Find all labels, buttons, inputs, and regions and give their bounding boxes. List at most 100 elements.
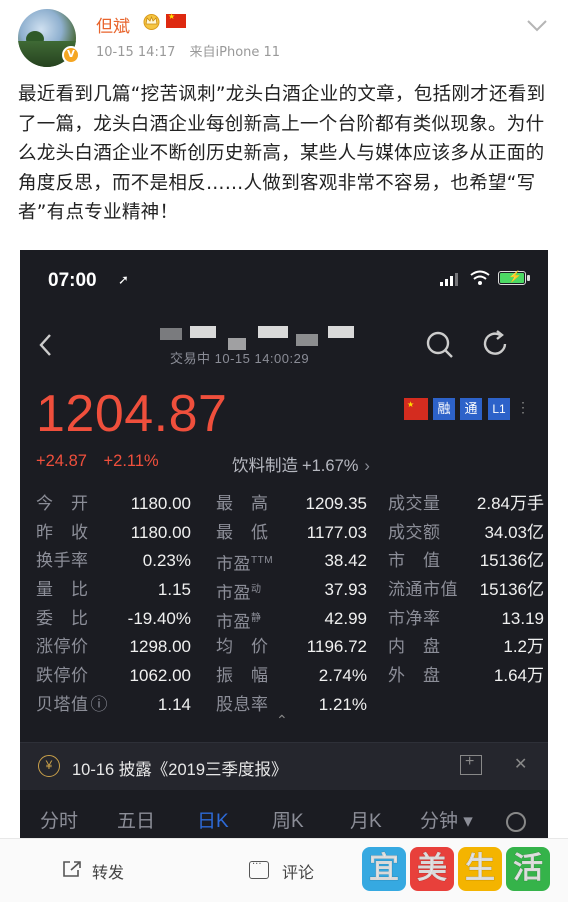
quote-value: 1.2万 bbox=[503, 637, 544, 657]
quote-label: 换手率 bbox=[36, 547, 89, 576]
chart-tab[interactable]: 分时 bbox=[40, 806, 78, 833]
quote-value: 15136亿 bbox=[479, 580, 544, 600]
quote-row: 量 比 1.15 市盈动 37.93 流通市值 15136亿 bbox=[36, 576, 544, 605]
quote-label-text: 贝塔值 bbox=[36, 694, 89, 714]
quote-value: 1.14 bbox=[157, 694, 191, 714]
chart-tab[interactable]: 分钟 ▾ bbox=[420, 806, 473, 833]
quote-grid: 今 开 1180.00 最 高 1209.35 成交量 2.84万手昨 收 1180.00 最… bbox=[36, 490, 544, 720]
post-text: 最近看到几篇“挖苦讽刺”龙头白酒企业的文章，包括刚才还看到了一篇，龙头白酒企业每… bbox=[18, 84, 546, 223]
gear-icon[interactable] bbox=[506, 812, 526, 832]
quote-label: 最 高 bbox=[216, 490, 269, 519]
quote-value: 1062.00 bbox=[129, 666, 191, 686]
sector-pct: +1.67% bbox=[302, 457, 359, 475]
action-bar: 转发 评论 宜美生活 bbox=[0, 838, 568, 902]
close-icon[interactable]: ✕ bbox=[514, 754, 527, 774]
quote-value: 1180.00 bbox=[130, 522, 191, 542]
quote-label: 昨 收 bbox=[36, 519, 89, 548]
quote-value: 1177.03 bbox=[306, 522, 367, 542]
post-timestamp: 10-15 14:17 bbox=[96, 45, 176, 60]
quote-label: 涨停价 bbox=[36, 633, 89, 662]
location-arrow-icon: ➚ bbox=[118, 272, 129, 287]
level1-badge[interactable]: L1 bbox=[488, 398, 510, 420]
change-pct: +2.11% bbox=[103, 452, 159, 470]
info-icon[interactable]: ⓘ bbox=[91, 695, 109, 714]
quote-label: 跌停价 bbox=[36, 662, 89, 691]
add-calendar-icon[interactable] bbox=[460, 753, 482, 775]
crown-icon bbox=[143, 14, 160, 30]
quote-label: 市盈TTM bbox=[216, 547, 273, 576]
sector-link[interactable]: 饮料制造 +1.67% › bbox=[232, 452, 370, 476]
quote-label: 市净率 bbox=[388, 605, 441, 634]
watermark-char: 宜 bbox=[362, 847, 406, 891]
quote-label-superscript: 动 bbox=[251, 584, 262, 596]
yen-icon: ¥ bbox=[38, 755, 60, 777]
quote-label-text: 昨 收 bbox=[36, 522, 89, 542]
quote-value: 2.74% bbox=[318, 666, 367, 686]
quote-label: 振 幅 bbox=[216, 662, 269, 691]
share-button[interactable]: 转发 bbox=[92, 859, 124, 883]
chart-tab[interactable]: 月K bbox=[350, 806, 382, 833]
more-dots-icon[interactable]: ⋮ bbox=[516, 398, 530, 420]
quote-label-text: 成交额 bbox=[388, 522, 441, 542]
quote-label-text: 换手率 bbox=[36, 551, 89, 571]
quote-label: 最 低 bbox=[216, 519, 269, 548]
status-bar: 07:00 ➚ ⚡ bbox=[20, 250, 548, 310]
quote-value: 1.15 bbox=[157, 580, 191, 600]
comment-button[interactable]: 评论 bbox=[282, 859, 314, 883]
sector-name: 饮料制造 bbox=[232, 457, 298, 475]
margin-badge[interactable]: 融 bbox=[433, 398, 455, 420]
watermark-char: 美 bbox=[410, 847, 454, 891]
chart-tab[interactable]: 日K bbox=[197, 806, 229, 833]
quote-value: 1180.00 bbox=[130, 494, 191, 513]
quote-label: 量 比 bbox=[36, 576, 89, 605]
quote-label-text: 振 幅 bbox=[216, 666, 269, 686]
username[interactable]: 但斌 bbox=[96, 12, 130, 37]
quote-label-text: 股息率 bbox=[216, 694, 269, 714]
post-meta: 10-15 14:17 来自iPhone 11 bbox=[96, 41, 290, 60]
quote-label: 市盈静 bbox=[216, 605, 262, 634]
quote-label: 今 开 bbox=[36, 490, 89, 519]
quote-value: 1.21% bbox=[318, 694, 367, 714]
battery-icon: ⚡ bbox=[498, 271, 530, 285]
search-icon[interactable] bbox=[425, 330, 455, 360]
quote-label-text: 市净率 bbox=[388, 608, 441, 628]
quote-label: 市盈动 bbox=[216, 576, 262, 605]
expand-up-icon[interactable]: ⌃ bbox=[276, 712, 288, 729]
trade-status: 交易中 10-15 14:00:29 bbox=[170, 351, 310, 366]
stock-navbar: 交易中 10-15 14:00:29 bbox=[20, 316, 548, 376]
quote-label: 贝塔值 ⓘ bbox=[36, 691, 108, 720]
quote-label: 内 盘 bbox=[388, 633, 441, 662]
quote-value: 42.99 bbox=[324, 608, 367, 628]
quote-label-text: 市盈 bbox=[216, 612, 251, 632]
quote-label-text: 成交量 bbox=[388, 494, 441, 513]
notice-bar[interactable]: ¥ 10-16 披露《2019三季度报》 ✕ bbox=[20, 742, 548, 790]
chart-tab[interactable]: 五日 bbox=[117, 806, 155, 833]
chart-tab[interactable]: 周K bbox=[272, 806, 304, 833]
quote-label: 市 值 bbox=[388, 547, 441, 576]
quote-label-text: 涨停价 bbox=[36, 637, 89, 657]
quote-value: 1.64万 bbox=[493, 666, 544, 686]
quote-label-text: 市 值 bbox=[388, 551, 441, 571]
watermark-char: 生 bbox=[458, 847, 502, 891]
quote-row: 涨停价 1298.00 均 价 1196.72 内 盘 1.2万 bbox=[36, 633, 544, 662]
quote-value: 37.93 bbox=[324, 580, 367, 600]
chevron-down-icon[interactable] bbox=[525, 14, 549, 36]
quote-value: 0.23% bbox=[142, 551, 191, 571]
share-icon[interactable] bbox=[62, 860, 82, 878]
back-icon[interactable] bbox=[36, 332, 56, 358]
quote-value: 38.42 bbox=[324, 551, 367, 571]
quote-value: -19.40% bbox=[127, 608, 191, 628]
quote-value: 1209.35 bbox=[305, 494, 367, 513]
quote-value: 15136亿 bbox=[479, 551, 544, 571]
post-source: 来自iPhone 11 bbox=[189, 45, 281, 60]
quote-row: 委 比 -19.40% 市盈静 42.99 市净率 13.19 bbox=[36, 605, 544, 634]
status-time: 07:00 bbox=[48, 270, 97, 291]
connect-badge[interactable]: 通 bbox=[460, 398, 482, 420]
comment-icon[interactable] bbox=[249, 859, 269, 879]
quote-label: 均 价 bbox=[216, 633, 269, 662]
quote-label-text: 市盈 bbox=[216, 555, 251, 575]
signal-icon bbox=[440, 272, 462, 286]
quote-label-superscript: 静 bbox=[251, 612, 262, 624]
quote-label: 成交额 bbox=[388, 519, 441, 548]
refresh-icon[interactable] bbox=[482, 330, 510, 358]
